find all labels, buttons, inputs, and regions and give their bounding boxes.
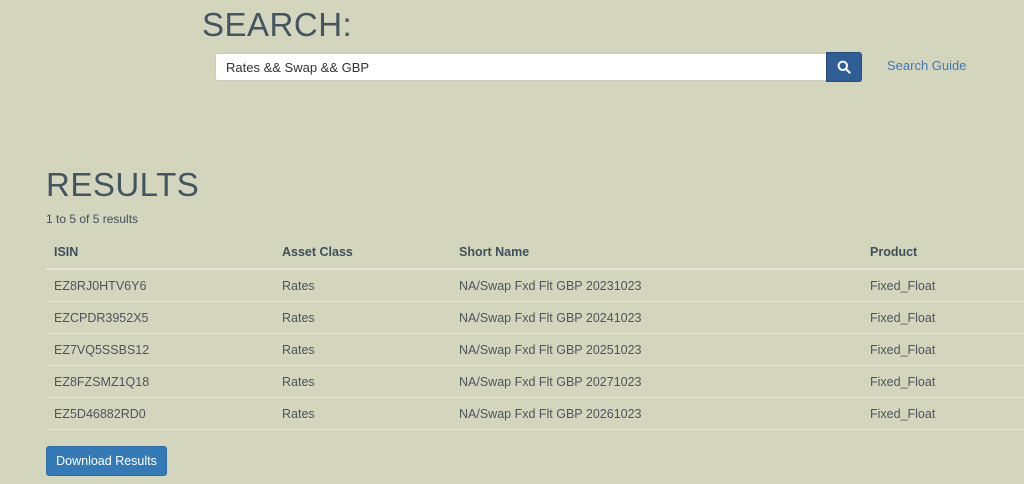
table-row: EZCPDR3952X5 Rates NA/Swap Fxd Flt GBP 2… bbox=[46, 301, 1024, 334]
cell-isin: EZ8FZSMZ1Q18 bbox=[46, 365, 274, 398]
cell-asset-class: Rates bbox=[274, 269, 451, 302]
cell-isin: EZ7VQ5SSBS12 bbox=[46, 333, 274, 366]
cell-asset-class: Rates bbox=[274, 365, 451, 398]
cell-product: Fixed_Float bbox=[862, 397, 1024, 430]
results-table: ISIN Asset Class Short Name Product EZ8R… bbox=[46, 236, 1024, 430]
column-header-isin: ISIN bbox=[46, 236, 274, 270]
cell-product: Fixed_Float bbox=[862, 333, 1024, 366]
cell-asset-class: Rates bbox=[274, 333, 451, 366]
table-row: EZ5D46882RD0 Rates NA/Swap Fxd Flt GBP 2… bbox=[46, 397, 1024, 430]
results-count: 1 to 5 of 5 results bbox=[46, 212, 139, 226]
cell-short-name: NA/Swap Fxd Flt GBP 20271023 bbox=[451, 365, 862, 398]
cell-product: Fixed_Float bbox=[862, 301, 1024, 334]
cell-isin: EZCPDR3952X5 bbox=[46, 301, 274, 334]
column-header-short-name: Short Name bbox=[451, 236, 862, 270]
column-header-product: Product bbox=[862, 236, 1024, 270]
cell-short-name: NA/Swap Fxd Flt GBP 20231023 bbox=[451, 269, 862, 302]
cell-isin: EZ8RJ0HTV6Y6 bbox=[46, 269, 274, 302]
cell-short-name: NA/Swap Fxd Flt GBP 20251023 bbox=[451, 333, 862, 366]
page: SEARCH: Search Guide RESULTS 1 to 5 of 5… bbox=[0, 0, 1024, 484]
search-input[interactable] bbox=[215, 53, 827, 81]
results-heading: RESULTS bbox=[46, 166, 200, 203]
cell-short-name: NA/Swap Fxd Flt GBP 20261023 bbox=[451, 397, 862, 430]
table-row: EZ8RJ0HTV6Y6 Rates NA/Swap Fxd Flt GBP 2… bbox=[46, 269, 1024, 302]
cell-asset-class: Rates bbox=[274, 301, 451, 334]
column-header-asset-class: Asset Class bbox=[274, 236, 451, 270]
table-header-row: ISIN Asset Class Short Name Product bbox=[46, 236, 1024, 270]
search-button[interactable] bbox=[826, 52, 862, 82]
cell-short-name: NA/Swap Fxd Flt GBP 20241023 bbox=[451, 301, 862, 334]
cell-asset-class: Rates bbox=[274, 397, 451, 430]
table-row: EZ7VQ5SSBS12 Rates NA/Swap Fxd Flt GBP 2… bbox=[46, 333, 1024, 366]
table-row: EZ8FZSMZ1Q18 Rates NA/Swap Fxd Flt GBP 2… bbox=[46, 365, 1024, 398]
search-guide-link[interactable]: Search Guide bbox=[887, 58, 967, 73]
search-heading: SEARCH: bbox=[202, 6, 353, 43]
search-icon bbox=[837, 60, 851, 74]
cell-isin: EZ5D46882RD0 bbox=[46, 397, 274, 430]
download-results-button[interactable]: Download Results bbox=[46, 446, 167, 476]
cell-product: Fixed_Float bbox=[862, 269, 1024, 302]
cell-product: Fixed_Float bbox=[862, 365, 1024, 398]
